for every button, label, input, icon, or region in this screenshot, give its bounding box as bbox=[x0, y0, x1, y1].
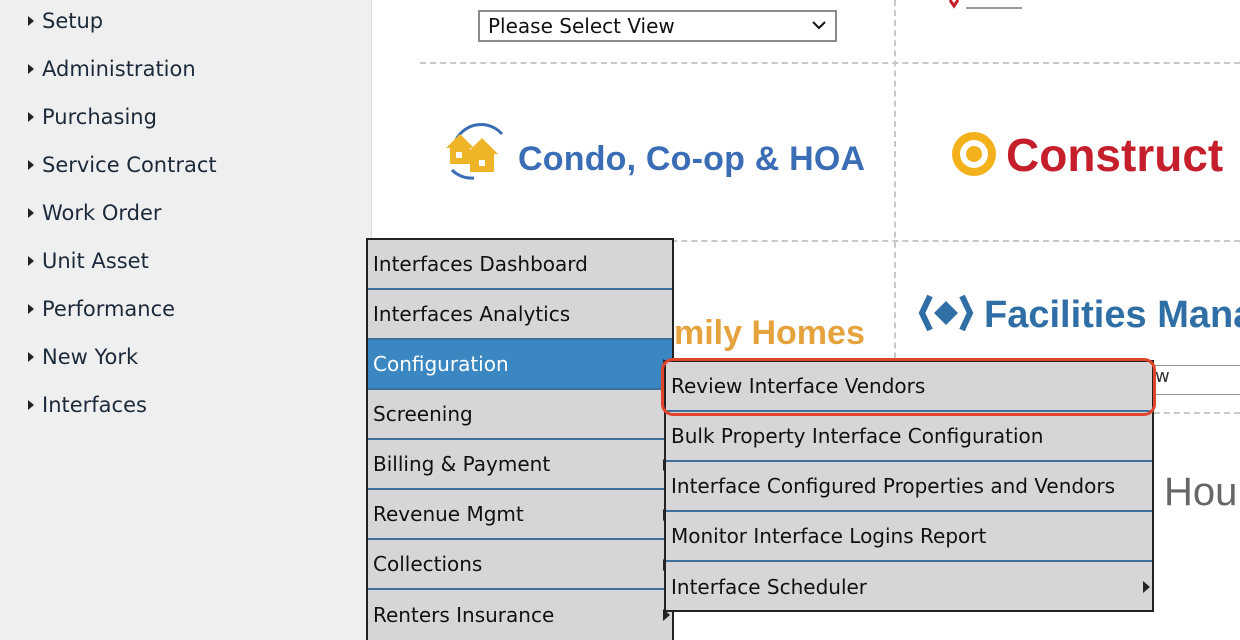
submenu-item-monitor-interface-logins-report[interactable]: Monitor Interface Logins Report bbox=[666, 512, 1152, 562]
partial-view-select[interactable]: w bbox=[1150, 365, 1240, 395]
menu-item-label: Review Interface Vendors bbox=[671, 374, 926, 398]
menu-item-label: Interface Scheduler bbox=[671, 575, 868, 599]
sidebar-item-label: Administration bbox=[42, 57, 196, 81]
chevron-down-icon bbox=[812, 21, 826, 30]
sidebar-item-label: Service Contract bbox=[42, 153, 217, 177]
menu-item-label: Collections bbox=[373, 552, 483, 576]
menu-item-renters-insurance[interactable]: Renters Insurance bbox=[368, 590, 672, 640]
menu-item-label: Interfaces Dashboard bbox=[373, 252, 588, 276]
expand-triangle-icon bbox=[28, 400, 34, 410]
expand-triangle-icon bbox=[28, 256, 34, 266]
expand-triangle-icon bbox=[28, 208, 34, 218]
sidebar-item-service-contract[interactable]: Service Contract bbox=[28, 150, 217, 180]
construction-circle-icon bbox=[952, 132, 996, 176]
menu-item-label: Monitor Interface Logins Report bbox=[671, 524, 987, 548]
facilities-logo-text: Facilities Manag bbox=[984, 294, 1240, 336]
partial-select-value: w bbox=[1155, 366, 1170, 387]
sidebar-item-label: New York bbox=[42, 345, 139, 369]
sidebar-item-interfaces[interactable]: Interfaces bbox=[28, 390, 147, 420]
sidebar-item-label: Purchasing bbox=[42, 105, 157, 129]
sidebar-item-label: Performance bbox=[42, 297, 176, 321]
grid-divider-horizontal bbox=[420, 62, 1240, 64]
menu-item-label: Screening bbox=[373, 402, 473, 426]
submenu-item-interface-scheduler[interactable]: Interface Scheduler bbox=[666, 562, 1152, 612]
housing-logo-text: Hou bbox=[1164, 470, 1238, 514]
sidebar-item-administration[interactable]: Administration bbox=[28, 54, 196, 84]
partial-logo-fragment bbox=[948, 0, 1022, 9]
view-select-dropdown[interactable]: Please Select View bbox=[478, 10, 837, 42]
submenu-item-review-interface-vendors[interactable]: Review Interface Vendors bbox=[666, 362, 1152, 412]
menu-item-label: Renters Insurance bbox=[373, 603, 555, 627]
menu-item-billing-payment[interactable]: Billing & Payment bbox=[368, 440, 672, 490]
submenu-item-interface-configured-properties-vendors[interactable]: Interface Configured Properties and Vend… bbox=[666, 462, 1152, 512]
sidebar-item-new-york[interactable]: New York bbox=[28, 342, 138, 372]
sidebar-item-work-order[interactable]: Work Order bbox=[28, 198, 162, 228]
construction-logo-text: Construct bbox=[1006, 129, 1224, 181]
menu-item-revenue-mgmt[interactable]: Revenue Mgmt bbox=[368, 490, 672, 540]
interfaces-flyout-menu: Interfaces Dashboard Interfaces Analytic… bbox=[366, 238, 674, 640]
family-homes-logo-text: mily Homes bbox=[674, 314, 865, 352]
configuration-submenu: Review Interface Vendors Bulk Property I… bbox=[664, 360, 1154, 612]
menu-item-label: Interfaces Analytics bbox=[373, 302, 571, 326]
menu-item-label: Bulk Property Interface Configuration bbox=[671, 424, 1044, 448]
condo-logo-text: Condo, Co-op & HOA bbox=[518, 140, 866, 178]
menu-item-screening[interactable]: Screening bbox=[368, 390, 672, 440]
menu-item-configuration[interactable]: Configuration bbox=[368, 340, 672, 390]
expand-triangle-icon bbox=[28, 352, 34, 362]
menu-item-label: Configuration bbox=[373, 352, 509, 376]
expand-triangle-icon bbox=[28, 112, 34, 122]
sidebar-item-unit-asset[interactable]: Unit Asset bbox=[28, 246, 149, 276]
sidebar-item-performance[interactable]: Performance bbox=[28, 294, 175, 324]
menu-item-interfaces-analytics[interactable]: Interfaces Analytics bbox=[368, 290, 672, 340]
menu-item-interfaces-dashboard[interactable]: Interfaces Dashboard bbox=[368, 240, 672, 290]
sidebar-nav: Setup Administration Purchasing Service … bbox=[0, 0, 372, 640]
submenu-item-bulk-property-interface-configuration[interactable]: Bulk Property Interface Configuration bbox=[666, 412, 1152, 462]
submenu-arrow-icon bbox=[1143, 581, 1150, 593]
facilities-bracket-icon bbox=[918, 294, 974, 332]
menu-item-label: Revenue Mgmt bbox=[373, 502, 524, 526]
expand-triangle-icon bbox=[28, 16, 34, 26]
expand-triangle-icon bbox=[28, 64, 34, 74]
menu-item-label: Interface Configured Properties and Vend… bbox=[671, 474, 1115, 498]
condo-houses-icon bbox=[446, 123, 504, 180]
view-select-value: Please Select View bbox=[488, 14, 675, 38]
menu-item-label: Billing & Payment bbox=[373, 452, 551, 476]
sidebar-item-label: Interfaces bbox=[42, 393, 147, 417]
sidebar-item-label: Setup bbox=[42, 9, 104, 33]
sidebar-item-label: Unit Asset bbox=[42, 249, 149, 273]
sidebar-item-label: Work Order bbox=[42, 201, 162, 225]
menu-item-collections[interactable]: Collections bbox=[368, 540, 672, 590]
sidebar-item-setup[interactable]: Setup bbox=[28, 6, 103, 36]
expand-triangle-icon bbox=[28, 304, 34, 314]
expand-triangle-icon bbox=[28, 160, 34, 170]
sidebar-item-purchasing[interactable]: Purchasing bbox=[28, 102, 157, 132]
